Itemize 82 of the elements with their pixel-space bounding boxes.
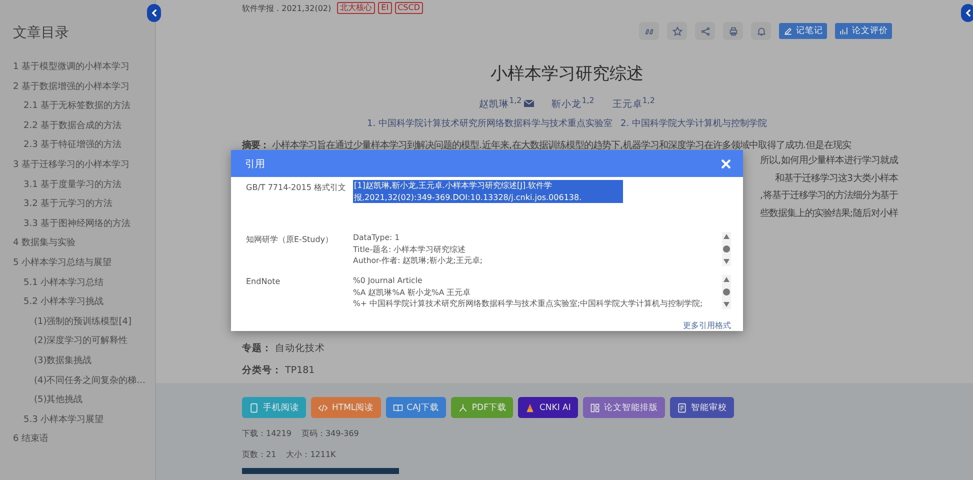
index-tag: EI <box>378 2 392 14</box>
collapse-button[interactable] <box>961 4 973 22</box>
toc-item[interactable]: 2.2 基于数据合成的方法 <box>13 116 155 136</box>
share-icon <box>700 26 710 36</box>
toc-item[interactable]: 3.2 基于元学习的方法 <box>13 195 155 215</box>
toc-item[interactable]: (4)不同任务之间复杂的梯... <box>13 372 155 392</box>
toolbar-icon-button[interactable] <box>695 22 715 40</box>
toc-item[interactable]: 2.1 基于无标签数据的方法 <box>13 97 155 117</box>
book-icon <box>392 402 403 412</box>
toc-item[interactable]: 5 小样本学习总结与展望 <box>13 254 155 274</box>
layout-icon <box>590 402 600 412</box>
pen-icon <box>783 26 793 36</box>
toc-item[interactable]: 3 基于迁移学习的小样本学习 <box>13 156 155 176</box>
toolbar-icon-button[interactable] <box>751 22 771 40</box>
stat-text: 页码：349-369 <box>301 428 359 439</box>
toc-item[interactable]: 3.1 基于度量学习的方法 <box>13 176 155 196</box>
journal-source: 软件学报 . 2021,32(02) <box>242 2 332 14</box>
metadata-field: 专题： 自动化技术 <box>242 338 892 360</box>
printer-icon <box>728 26 738 36</box>
author-link[interactable]: 王元卓$^{1,2}$ <box>612 96 655 112</box>
toc-item[interactable]: (1)强制的预训练模型[4] <box>13 312 155 332</box>
scrollbar[interactable] <box>722 232 731 266</box>
affiliation-text: 2. 中国科学院大学计算机与控制学院 <box>620 118 767 130</box>
bar-chart-icon <box>839 26 849 36</box>
code-icon <box>318 402 328 412</box>
toc-item[interactable]: 5.1 小样本学习总结 <box>13 274 155 294</box>
collapse-button[interactable] <box>147 4 161 22</box>
dialog-title: 引用 <box>245 158 265 170</box>
stat-text: 大小：1211K <box>286 449 336 460</box>
scrollbar[interactable] <box>722 275 731 309</box>
toc-item[interactable]: 1 基于模型微调的小样本学习 <box>13 58 155 78</box>
toc-item[interactable]: 2.3 基于特征增强的方法 <box>13 136 155 156</box>
action-button[interactable]: CNKI AI <box>518 397 578 418</box>
article-title: 小样本学习研究综述 <box>490 63 644 85</box>
toolbar-button[interactable]: 记笔记 <box>779 23 827 39</box>
toc-item[interactable]: (2)深度学习的可解释性 <box>13 332 155 352</box>
action-button[interactable]: CAJ下载 <box>386 397 446 418</box>
toolbar-icon-button[interactable] <box>723 22 743 40</box>
citation-format-label: EndNote <box>246 276 282 288</box>
index-tag: CSCD <box>394 2 423 14</box>
author-link[interactable]: 赵凯琳$^{1,2}$ <box>479 96 534 112</box>
abstract-text: 摘要： 小样本学习旨在通过少量样本学习到解决问题的模型.近年来,在大数据训练模型的趋势下,机器学习和深度学习在许多领域中取得了成功.但是在现实 <box>242 139 852 152</box>
citation-text: [1]赵凯琳,靳小龙,王元卓.小样本学习研究综述[J].软件学报,2021,32(02):349-369.DOI:10.13328/j.cnki.jos.006138. <box>353 180 623 203</box>
action-button[interactable]: 智能审校 <box>670 397 734 418</box>
chevron-left-icon <box>150 9 158 17</box>
action-button[interactable]: 手机阅读 <box>242 397 306 418</box>
abstract-text: 和基于迁移学习这3大类小样本 <box>775 172 898 186</box>
abstract-text: 所以,如何用少量样本进行学习就成 <box>760 154 898 168</box>
rocket-icon <box>525 402 536 412</box>
citation-format-label: 知网研学（原E-Study） <box>246 234 334 246</box>
toc-item[interactable]: 4 数据集与实验 <box>13 234 155 254</box>
stat-text: 下载：14219 <box>242 428 292 439</box>
bell-icon <box>756 26 766 36</box>
toolbar-button[interactable]: 论文评价 <box>835 23 892 39</box>
index-tag: 北大核心 <box>337 2 376 14</box>
affiliation-text: 1. 中国科学院计算技术研究所网络数据科学与技术重点实验室 <box>367 118 612 130</box>
toc-item[interactable]: (5)其他挑战 <box>13 391 155 411</box>
toc-item[interactable]: 6 结束语 <box>13 430 155 450</box>
toc-item[interactable]: 2 基于数据增强的小样本学习 <box>13 78 155 98</box>
action-button[interactable]: HTML阅读 <box>311 397 381 418</box>
author-link[interactable]: 靳小龙$^{1,2}$ <box>552 96 594 112</box>
document-icon <box>676 402 687 412</box>
toc-item[interactable]: 5.2 小样本学习挑战 <box>13 293 155 313</box>
stat-text: 页数：21 <box>242 449 276 460</box>
chevron-left-icon <box>964 9 972 17</box>
tablet-icon <box>249 402 259 412</box>
action-button[interactable]: PDF下载 <box>450 397 514 418</box>
abstract-text: 些数据集上的实验结果;随后对小样 <box>760 206 898 221</box>
sidebar-title: 文章目录 <box>13 24 70 42</box>
toc-item[interactable]: 5.3 小样本学习展望 <box>13 410 155 430</box>
toc-item[interactable]: (3)数据集挑战 <box>13 352 155 372</box>
toc-item[interactable]: 3.3 基于图神经网络的方法 <box>13 214 155 234</box>
action-button[interactable]: 论文智能排版 <box>582 397 665 418</box>
toolbar-icon-button[interactable] <box>667 22 687 40</box>
close-button[interactable] <box>721 158 731 168</box>
pdf-icon <box>458 402 468 412</box>
metadata-field: 分类号： TP181 <box>242 360 892 382</box>
mail-icon <box>524 100 534 108</box>
abstract-text: ,将基于迁移学习的方法细分为基于 <box>760 189 898 204</box>
citation-format-label: GB/T 7714-2015 格式引文 <box>246 182 347 194</box>
star-icon <box>672 26 682 36</box>
toolbar-icon-button[interactable] <box>639 22 659 40</box>
